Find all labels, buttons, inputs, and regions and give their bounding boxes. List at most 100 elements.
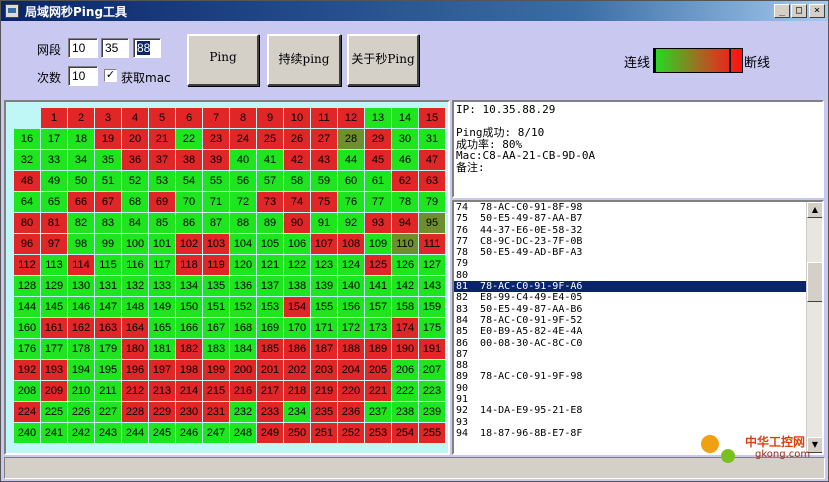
- host-cell-111[interactable]: 111: [419, 234, 445, 254]
- ip-octet-2-field[interactable]: 35: [101, 38, 129, 58]
- close-button[interactable]: ×: [809, 4, 825, 18]
- host-cell-5[interactable]: 5: [149, 108, 175, 128]
- mac-list-row[interactable]: 91: [454, 394, 806, 405]
- host-cell-208[interactable]: 208: [14, 381, 40, 401]
- host-cell-51[interactable]: 51: [95, 171, 121, 191]
- host-cell-170[interactable]: 170: [284, 318, 310, 338]
- host-cell-215[interactable]: 215: [203, 381, 229, 401]
- host-cell-226[interactable]: 226: [68, 402, 94, 422]
- host-cell-104[interactable]: 104: [230, 234, 256, 254]
- host-cell-238[interactable]: 238: [392, 402, 418, 422]
- host-cell-35[interactable]: 35: [95, 150, 121, 170]
- host-cell-122[interactable]: 122: [284, 255, 310, 275]
- host-cell-119[interactable]: 119: [203, 255, 229, 275]
- host-cell-1[interactable]: 1: [41, 108, 67, 128]
- host-cell-214[interactable]: 214: [176, 381, 202, 401]
- host-cell-202[interactable]: 202: [284, 360, 310, 380]
- host-cell-237[interactable]: 237: [365, 402, 391, 422]
- host-cell-125[interactable]: 125: [365, 255, 391, 275]
- host-cell-219[interactable]: 219: [311, 381, 337, 401]
- host-cell-82[interactable]: 82: [68, 213, 94, 233]
- host-cell-67[interactable]: 67: [95, 192, 121, 212]
- host-cell-116[interactable]: 116: [122, 255, 148, 275]
- host-cell-9[interactable]: 9: [257, 108, 283, 128]
- host-cell-221[interactable]: 221: [365, 381, 391, 401]
- ip-octet-1-field[interactable]: 10: [68, 38, 98, 58]
- host-cell-140[interactable]: 140: [338, 276, 364, 296]
- host-cell-43[interactable]: 43: [311, 150, 337, 170]
- host-cell-86[interactable]: 86: [176, 213, 202, 233]
- host-cell-14[interactable]: 14: [392, 108, 418, 128]
- host-cell-166[interactable]: 166: [176, 318, 202, 338]
- host-cell-173[interactable]: 173: [365, 318, 391, 338]
- host-cell-120[interactable]: 120: [230, 255, 256, 275]
- host-cell-218[interactable]: 218: [284, 381, 310, 401]
- host-cell-171[interactable]: 171: [311, 318, 337, 338]
- host-cell-48[interactable]: 48: [14, 171, 40, 191]
- mac-list-scrollbar[interactable]: ▲ ▼: [806, 202, 822, 453]
- host-cell-101[interactable]: 101: [149, 234, 175, 254]
- host-cell-66[interactable]: 66: [68, 192, 94, 212]
- host-cell-240[interactable]: 240: [14, 423, 40, 443]
- host-cell-50[interactable]: 50: [68, 171, 94, 191]
- host-cell-222[interactable]: 222: [392, 381, 418, 401]
- host-cell-227[interactable]: 227: [95, 402, 121, 422]
- host-cell-204[interactable]: 204: [338, 360, 364, 380]
- host-cell-205[interactable]: 205: [365, 360, 391, 380]
- host-cell-156[interactable]: 156: [338, 297, 364, 317]
- host-cell-142[interactable]: 142: [392, 276, 418, 296]
- host-cell-162[interactable]: 162: [68, 318, 94, 338]
- host-cell-201[interactable]: 201: [257, 360, 283, 380]
- host-cell-193[interactable]: 193: [41, 360, 67, 380]
- host-cell-248[interactable]: 248: [230, 423, 256, 443]
- host-cell-189[interactable]: 189: [365, 339, 391, 359]
- host-cell-195[interactable]: 195: [95, 360, 121, 380]
- host-cell-174[interactable]: 174: [392, 318, 418, 338]
- host-cell-126[interactable]: 126: [392, 255, 418, 275]
- host-cell-87[interactable]: 87: [203, 213, 229, 233]
- host-cell-39[interactable]: 39: [203, 150, 229, 170]
- host-cell-209[interactable]: 209: [41, 381, 67, 401]
- host-cell-151[interactable]: 151: [203, 297, 229, 317]
- host-cell-241[interactable]: 241: [41, 423, 67, 443]
- host-cell-106[interactable]: 106: [284, 234, 310, 254]
- host-cell-139[interactable]: 139: [311, 276, 337, 296]
- host-cell-177[interactable]: 177: [41, 339, 67, 359]
- host-cell-34[interactable]: 34: [68, 150, 94, 170]
- host-cell-192[interactable]: 192: [14, 360, 40, 380]
- host-cell-31[interactable]: 31: [419, 129, 445, 149]
- host-cell-138[interactable]: 138: [284, 276, 310, 296]
- host-cell-107[interactable]: 107: [311, 234, 337, 254]
- host-cell-89[interactable]: 89: [257, 213, 283, 233]
- host-cell-252[interactable]: 252: [338, 423, 364, 443]
- host-cell-55[interactable]: 55: [203, 171, 229, 191]
- host-cell-90[interactable]: 90: [284, 213, 310, 233]
- host-cell-127[interactable]: 127: [419, 255, 445, 275]
- host-cell-75[interactable]: 75: [311, 192, 337, 212]
- host-cell-30[interactable]: 30: [392, 129, 418, 149]
- host-cell-40[interactable]: 40: [230, 150, 256, 170]
- host-cell-92[interactable]: 92: [338, 213, 364, 233]
- host-cell-95[interactable]: 95: [419, 213, 445, 233]
- host-cell-153[interactable]: 153: [257, 297, 283, 317]
- host-cell-98[interactable]: 98: [68, 234, 94, 254]
- host-cell-45[interactable]: 45: [365, 150, 391, 170]
- host-cell-29[interactable]: 29: [365, 129, 391, 149]
- host-cell-144[interactable]: 144: [14, 297, 40, 317]
- host-cell-113[interactable]: 113: [41, 255, 67, 275]
- host-cell-146[interactable]: 146: [68, 297, 94, 317]
- host-cell-88[interactable]: 88: [230, 213, 256, 233]
- host-cell-130[interactable]: 130: [68, 276, 94, 296]
- host-cell-184[interactable]: 184: [230, 339, 256, 359]
- host-cell-79[interactable]: 79: [419, 192, 445, 212]
- host-cell-117[interactable]: 117: [149, 255, 175, 275]
- host-cell-228[interactable]: 228: [122, 402, 148, 422]
- host-cell-148[interactable]: 148: [122, 297, 148, 317]
- host-cell-172[interactable]: 172: [338, 318, 364, 338]
- host-cell-134[interactable]: 134: [176, 276, 202, 296]
- host-cell-159[interactable]: 159: [419, 297, 445, 317]
- maximize-button[interactable]: □: [791, 4, 807, 18]
- host-cell-206[interactable]: 206: [392, 360, 418, 380]
- host-cell-12[interactable]: 12: [338, 108, 364, 128]
- host-cell-16[interactable]: 16: [14, 129, 40, 149]
